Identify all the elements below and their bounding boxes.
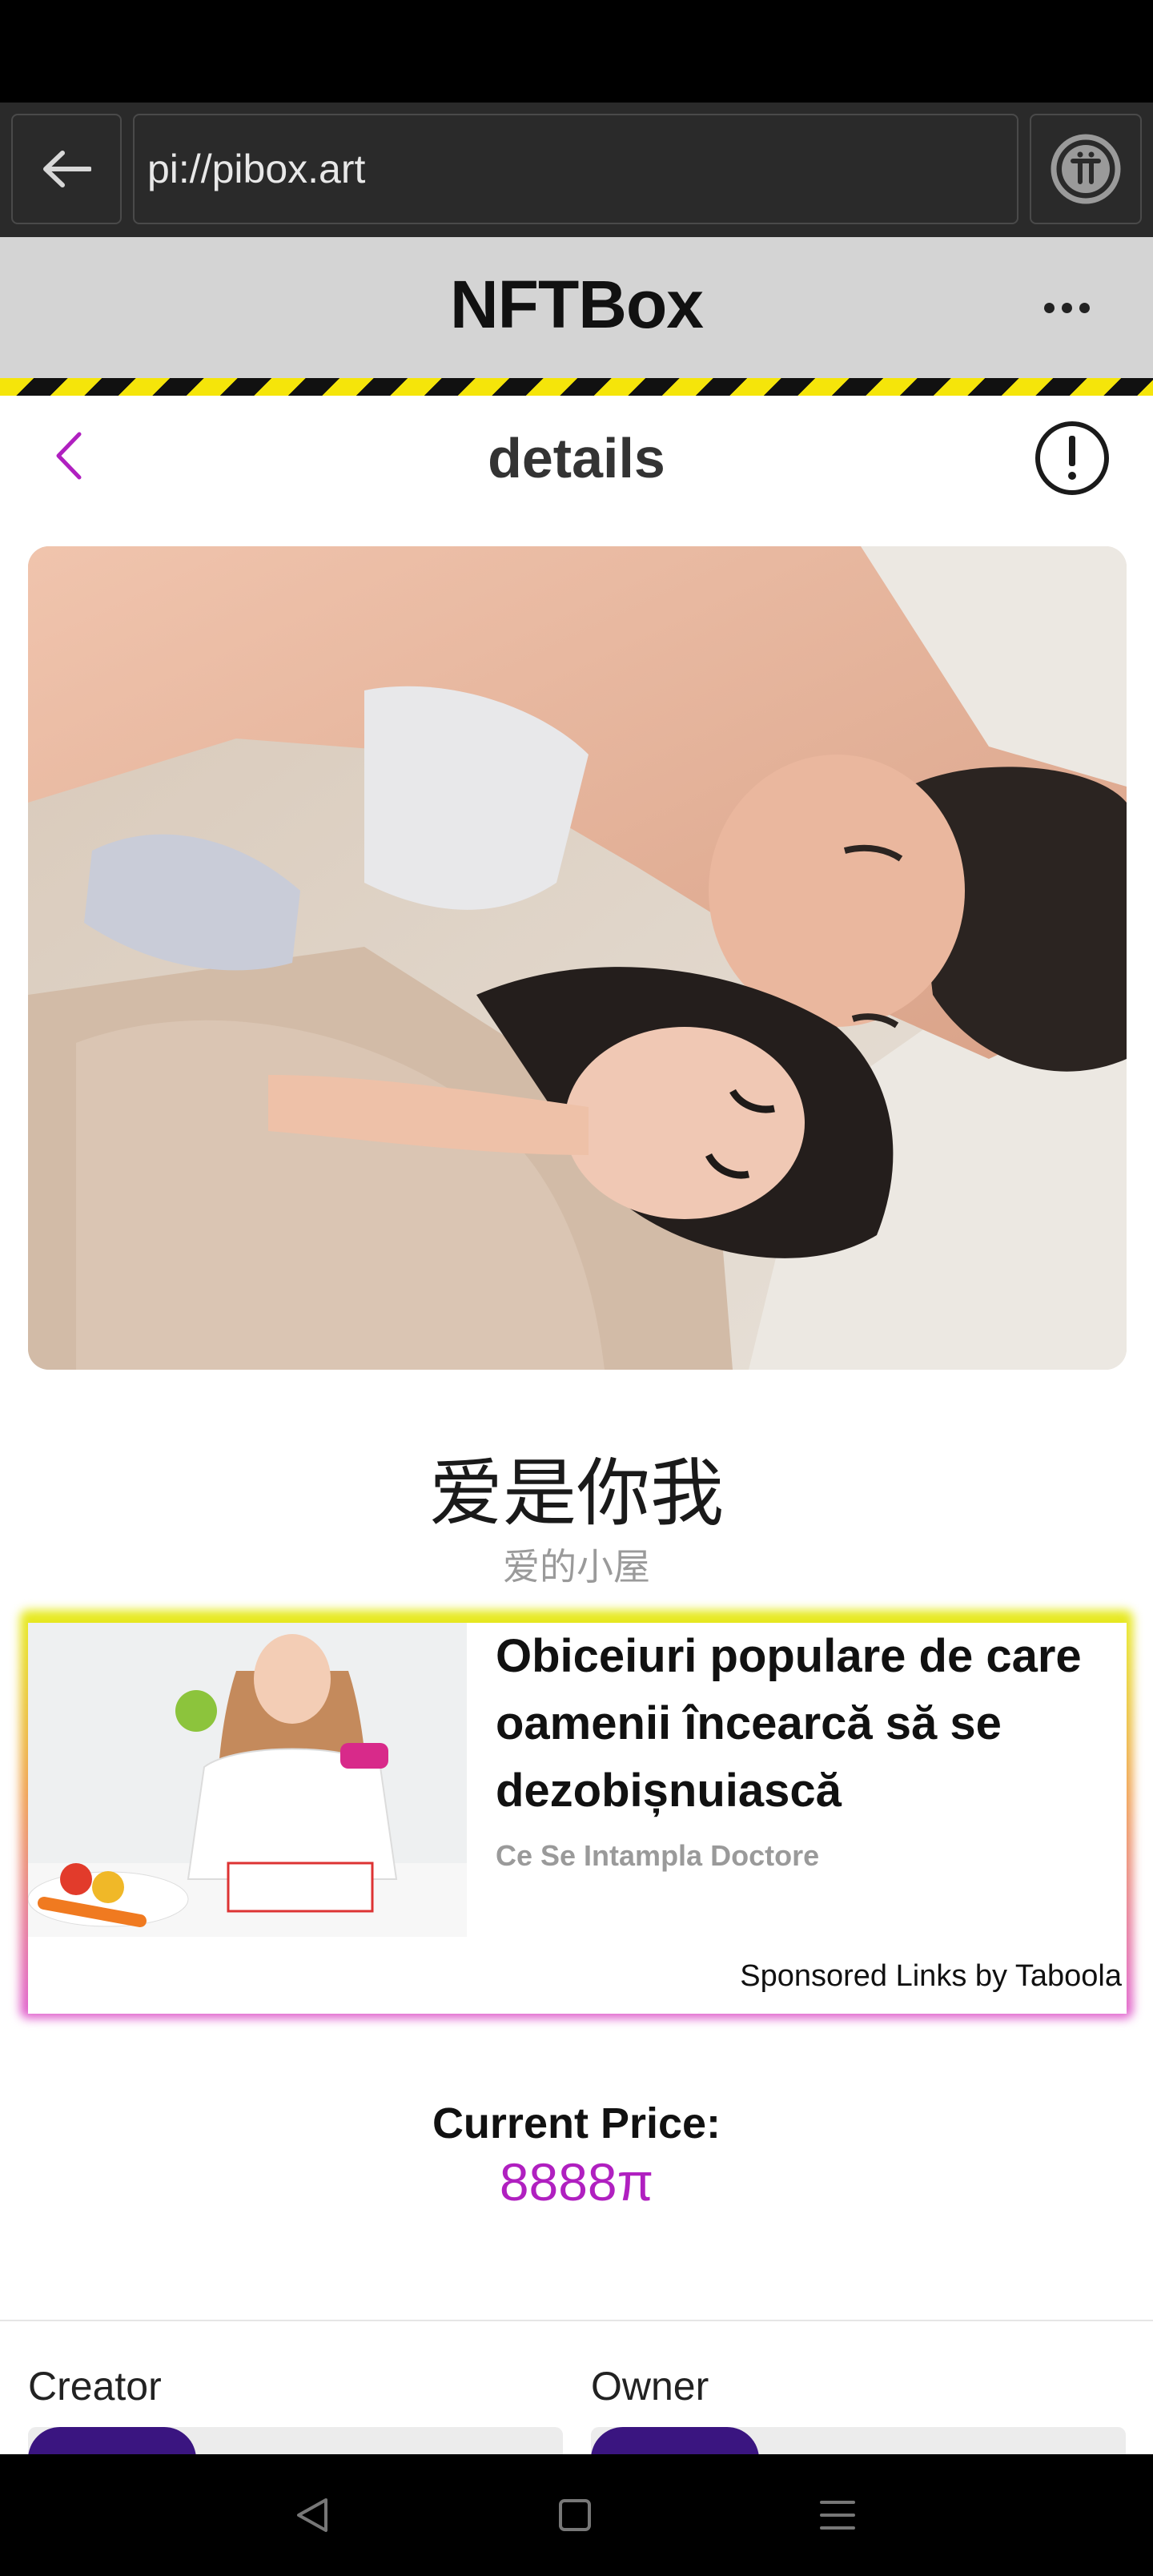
ad-image[interactable] — [28, 1623, 467, 1937]
nft-collection-name[interactable]: 爱的小屋 — [0, 1538, 1153, 1591]
creator-label: Creator — [28, 2364, 162, 2409]
ad-source[interactable]: Ce Se Intampla Doctore — [496, 1839, 819, 1873]
sponsored-ad[interactable]: Obiceiuri populare de care oamenii încea… — [28, 1623, 1127, 2014]
price-value: 8888π — [499, 2152, 654, 2212]
ad-sponsor-label[interactable]: Sponsored Links by Taboola — [740, 1959, 1122, 1994]
owner-card[interactable] — [591, 2427, 1126, 2456]
details-nav: details — [0, 396, 1153, 516]
owner-label: Owner — [591, 2364, 709, 2409]
browser-bar: pi://pibox.art — [0, 103, 1153, 237]
pi-logo-icon — [1051, 134, 1121, 204]
url-text: pi://pibox.art — [147, 147, 366, 191]
report-button[interactable] — [1034, 420, 1111, 497]
url-bar[interactable]: pi://pibox.art — [133, 114, 1018, 224]
ad-photo — [28, 1623, 467, 1937]
nft-title: 爱是你我 — [428, 1451, 724, 1536]
creator-avatar[interactable] — [28, 2427, 196, 2456]
hazard-stripe — [0, 378, 1153, 396]
nav-home-icon — [559, 2499, 591, 2531]
browser-back-button[interactable] — [11, 114, 122, 224]
back-arrow-icon — [43, 151, 91, 187]
nav-menu-icon — [820, 2501, 855, 2530]
more-dots-icon — [1043, 302, 1055, 313]
more-options-button[interactable] — [1038, 285, 1095, 330]
price-label: Current Price: — [432, 2099, 721, 2147]
system-menu-button[interactable] — [812, 2489, 863, 2541]
creator-card[interactable] — [28, 2427, 563, 2456]
nft-photo — [28, 546, 1127, 1370]
app-title: NFTBox — [450, 267, 704, 342]
ad-headline[interactable]: Obiceiuri populare de care oamenii încea… — [496, 1623, 1120, 1825]
system-home-button[interactable] — [549, 2489, 601, 2541]
divider — [0, 2320, 1153, 2321]
nav-back-icon — [297, 2498, 327, 2532]
system-nav-bar — [0, 2454, 1153, 2576]
info-icon — [1035, 421, 1109, 495]
owner-avatar[interactable] — [591, 2427, 759, 2456]
nft-image[interactable] — [28, 546, 1127, 1370]
app-header: NFTBox — [0, 237, 1153, 378]
page-title: details — [488, 427, 665, 489]
status-bar — [0, 0, 1153, 103]
pi-browser-button[interactable] — [1030, 114, 1142, 224]
system-back-button[interactable] — [287, 2489, 338, 2541]
